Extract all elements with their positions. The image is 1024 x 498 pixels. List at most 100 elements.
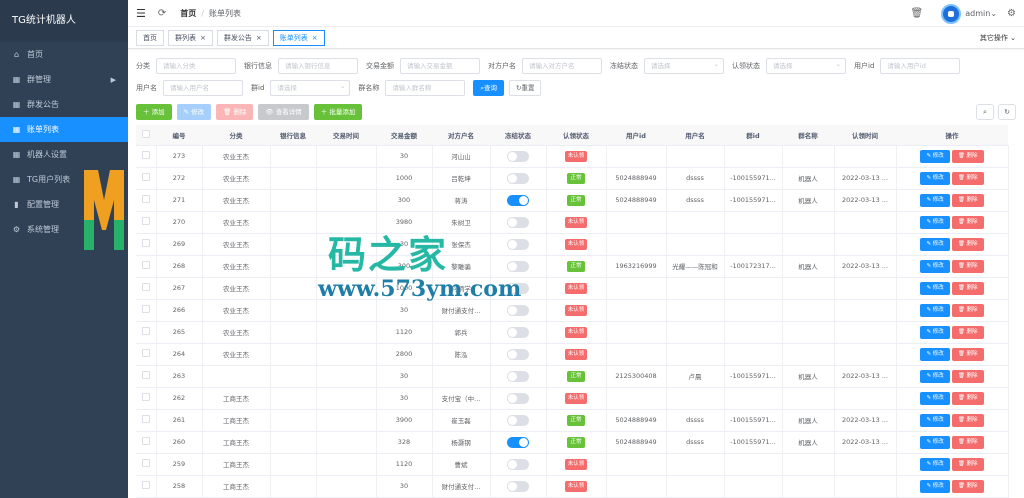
row-delete-button[interactable]: 🗑 删除 [951, 413, 984, 427]
row-delete-button[interactable]: 🗑 删除 [951, 303, 984, 317]
row-delete-button[interactable]: 🗑 删除 [951, 435, 984, 449]
row-edit-button[interactable]: ✎ 修改 [920, 281, 950, 295]
refresh-table-icon[interactable]: ↻ [998, 104, 1016, 120]
row-edit-button[interactable]: ✎ 修改 [920, 457, 950, 471]
row-checkbox[interactable] [141, 327, 150, 335]
row-checkbox[interactable] [141, 217, 150, 225]
batch-add-button[interactable]: ＋ 批量添加 [313, 104, 363, 120]
row-checkbox[interactable] [141, 437, 150, 445]
search-field-input[interactable]: 请选择 [644, 57, 724, 74]
edit-button[interactable]: ✎ 修改 [176, 104, 212, 120]
reset-button[interactable]: ↻ 重置 [509, 80, 542, 96]
row-checkbox[interactable] [141, 195, 150, 203]
search-field-input[interactable]: 请输入对方户名 [522, 58, 602, 74]
row-delete-button[interactable]: 🗑 删除 [951, 479, 984, 493]
frozen-switch[interactable] [507, 282, 529, 294]
row-checkbox[interactable] [141, 393, 150, 401]
avatar[interactable] [941, 3, 962, 24]
row-checkbox[interactable] [141, 239, 150, 247]
search-field-input[interactable]: 请选择 [270, 79, 351, 96]
frozen-switch[interactable] [507, 172, 529, 184]
sidebar-item-2[interactable]: ▦ 群发公告 [0, 92, 128, 117]
search-field-input[interactable]: 请输入银行信息 [278, 58, 358, 74]
search-field-input[interactable]: 请输入群名称 [385, 80, 466, 96]
row-edit-button[interactable]: ✎ 修改 [920, 347, 950, 361]
tab-3[interactable]: 账单列表 × [272, 29, 325, 46]
row-delete-button[interactable]: 🗑 删除 [951, 193, 984, 207]
row-edit-button[interactable]: ✎ 修改 [920, 237, 950, 251]
search-field-input[interactable]: 请输入分类 [156, 58, 236, 74]
search-field-input[interactable]: 请选择 [766, 57, 846, 74]
row-delete-button[interactable]: 🗑 删除 [951, 391, 984, 405]
query-button[interactable]: ⌕ 查询 [473, 80, 505, 96]
row-delete-button[interactable]: 🗑 删除 [951, 457, 984, 471]
frozen-switch[interactable] [507, 238, 529, 250]
row-checkbox[interactable] [141, 261, 150, 269]
row-checkbox[interactable] [141, 283, 150, 291]
row-checkbox[interactable] [141, 371, 150, 379]
tab-1[interactable]: 群列表 × [168, 29, 213, 46]
frozen-switch[interactable] [507, 370, 529, 382]
frozen-switch[interactable] [507, 458, 529, 470]
row-edit-button[interactable]: ✎ 修改 [920, 479, 950, 493]
frozen-switch[interactable] [507, 150, 529, 162]
close-icon[interactable]: × [200, 34, 206, 42]
settings-gear-icon[interactable]: ⚙ [1007, 8, 1016, 19]
row-delete-button[interactable]: 🗑 删除 [951, 325, 984, 339]
row-edit-button[interactable]: ✎ 修改 [920, 171, 950, 185]
sidebar-item-1[interactable]: ▦ 群管理 ▶ [0, 67, 128, 92]
row-delete-button[interactable]: 🗑 删除 [951, 237, 984, 251]
frozen-switch[interactable] [507, 326, 529, 338]
row-edit-button[interactable]: ✎ 修改 [920, 391, 950, 405]
row-delete-button[interactable]: 🗑 删除 [951, 347, 984, 361]
frozen-switch[interactable] [507, 194, 529, 206]
frozen-switch[interactable] [507, 304, 529, 316]
row-edit-button[interactable]: ✎ 修改 [920, 215, 950, 229]
search-field-input[interactable]: 请输入用户名 [163, 80, 243, 96]
row-checkbox[interactable] [141, 151, 150, 159]
tab-0[interactable]: 首页 [136, 29, 164, 46]
row-edit-button[interactable]: ✎ 修改 [920, 435, 950, 449]
row-edit-button[interactable]: ✎ 修改 [920, 413, 950, 427]
hamburger-icon[interactable]: ☰ [136, 7, 146, 20]
delete-button[interactable]: 🗑 删除 [216, 104, 254, 120]
frozen-switch[interactable] [507, 348, 529, 360]
search-toggle-icon[interactable]: ⌕ [976, 104, 994, 120]
row-edit-button[interactable]: ✎ 修改 [920, 325, 950, 339]
breadcrumb-home[interactable]: 首页 [180, 8, 196, 19]
row-checkbox[interactable] [141, 459, 150, 467]
row-delete-button[interactable]: 🗑 删除 [951, 149, 984, 163]
row-delete-button[interactable]: 🗑 删除 [951, 369, 984, 383]
tab-2[interactable]: 群发公告 × [216, 29, 269, 46]
row-delete-button[interactable]: 🗑 删除 [951, 171, 984, 185]
row-edit-button[interactable]: ✎ 修改 [920, 193, 950, 207]
row-checkbox[interactable] [141, 305, 150, 313]
trash-icon[interactable]: 🗑 [911, 8, 924, 19]
frozen-switch[interactable] [507, 392, 529, 404]
tags-more-actions[interactable]: 其它操作 ⌄ [980, 33, 1016, 43]
row-checkbox[interactable] [141, 173, 150, 181]
sidebar-item-0[interactable]: ⌂ 首页 [0, 42, 128, 67]
close-icon[interactable]: × [256, 34, 262, 42]
frozen-switch[interactable] [507, 480, 529, 492]
row-edit-button[interactable]: ✎ 修改 [920, 149, 950, 163]
row-checkbox[interactable] [141, 415, 150, 423]
row-edit-button[interactable]: ✎ 修改 [920, 369, 950, 383]
search-field-input[interactable]: 请输入用户id [880, 58, 961, 74]
frozen-switch[interactable] [507, 260, 529, 272]
select-all-checkbox[interactable] [142, 129, 150, 138]
frozen-switch[interactable] [507, 414, 529, 426]
row-delete-button[interactable]: 🗑 删除 [951, 281, 984, 295]
username-dropdown[interactable]: admin⌄ [965, 9, 997, 18]
add-button[interactable]: ＋ 添加 [136, 104, 172, 120]
row-delete-button[interactable]: 🗑 删除 [951, 259, 984, 273]
frozen-switch[interactable] [507, 436, 529, 448]
row-edit-button[interactable]: ✎ 修改 [920, 303, 950, 317]
row-checkbox[interactable] [141, 349, 150, 357]
sidebar-item-3[interactable]: ▦ 账单列表 [0, 117, 128, 142]
row-edit-button[interactable]: ✎ 修改 [920, 259, 950, 273]
close-icon[interactable]: × [312, 34, 318, 42]
row-checkbox[interactable] [141, 481, 150, 489]
search-field-input[interactable]: 请输入交易金额 [400, 58, 480, 74]
refresh-icon[interactable]: ⟳ [158, 8, 166, 19]
